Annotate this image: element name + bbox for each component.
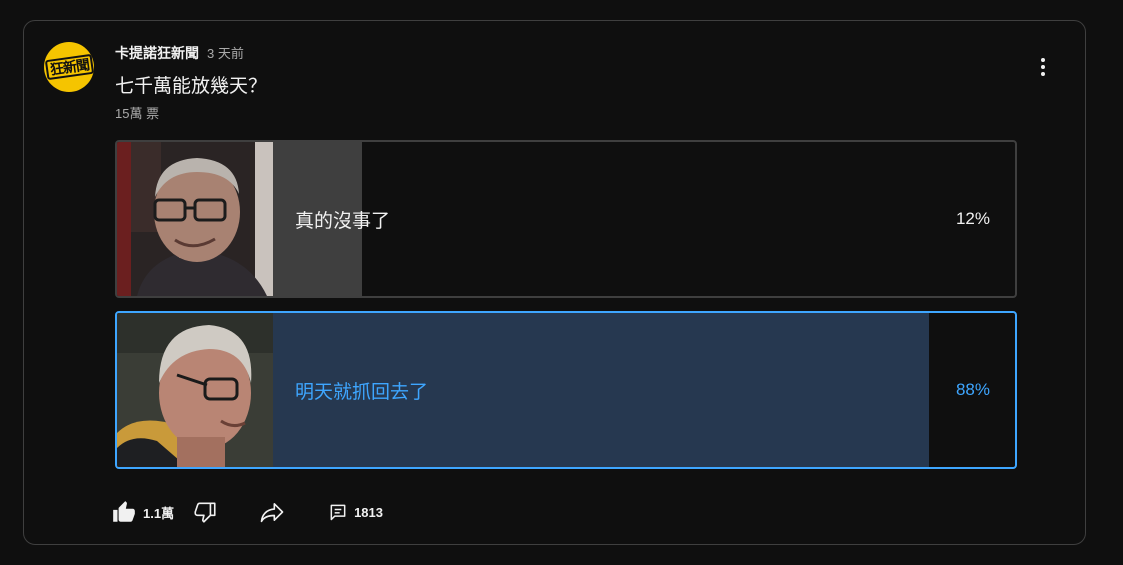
- poll-option-percent: 88%: [955, 380, 990, 399]
- like-button[interactable]: 1.1萬: [111, 499, 174, 525]
- dislike-button[interactable]: [192, 499, 218, 525]
- share-button[interactable]: [258, 498, 286, 526]
- poll-vote-count: 15萬 票: [115, 106, 160, 121]
- like-count: 1.1萬: [143, 505, 175, 521]
- more-vert-icon: [1041, 58, 1045, 76]
- poll-option-image: [117, 142, 273, 296]
- post-header: 卡提諾狂新聞 3 天前: [115, 43, 244, 63]
- channel-name[interactable]: 卡提諾狂新聞: [115, 43, 199, 63]
- post-time[interactable]: 3 天前: [207, 43, 244, 62]
- community-post-card: 狂新聞 卡提諾狂新聞 3 天前 七千萬能放幾天？ 15萬 票 真的沒事了 12%…: [23, 20, 1086, 545]
- poll-option-label: 明天就抓回去了: [295, 381, 429, 403]
- poll-option-2[interactable]: 明天就抓回去了 88%: [115, 311, 1017, 469]
- share-icon: [258, 498, 286, 526]
- post-actions: 1.1萬 1813: [111, 497, 383, 527]
- poll-option-1[interactable]: 真的沒事了 12%: [115, 140, 1017, 298]
- comment-count: 1813: [354, 504, 383, 520]
- poll-option-percent: 12%: [955, 209, 990, 228]
- comment-button[interactable]: 1813: [328, 502, 383, 522]
- more-actions-button[interactable]: [1029, 55, 1057, 79]
- channel-logo: 狂新聞: [44, 53, 94, 81]
- thumb-down-icon: [192, 499, 218, 525]
- thumb-up-icon: [111, 499, 137, 525]
- poll-question: 七千萬能放幾天？: [115, 76, 268, 97]
- poll-option-image: [117, 313, 273, 467]
- poll-option-label: 真的沒事了: [295, 210, 391, 232]
- channel-avatar[interactable]: 狂新聞: [44, 42, 94, 92]
- comment-icon: [328, 502, 348, 522]
